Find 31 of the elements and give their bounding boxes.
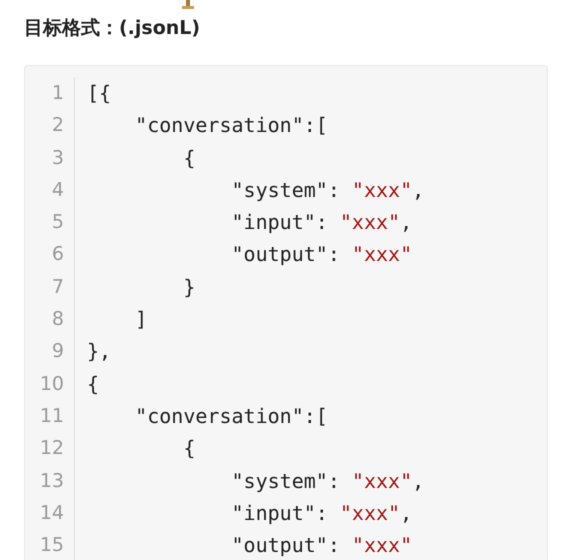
code-line: "conversation":[ bbox=[134, 402, 329, 430]
line-number: 2 bbox=[52, 113, 64, 138]
line-number: 9 bbox=[52, 339, 64, 364]
line-number: 1 bbox=[52, 81, 64, 106]
code-line: { bbox=[182, 144, 196, 172]
line-number: 8 bbox=[52, 307, 64, 332]
line-number: 3 bbox=[52, 146, 64, 171]
code-line: ] bbox=[134, 306, 148, 334]
line-number: 11 bbox=[40, 404, 64, 429]
line-number: 5 bbox=[52, 210, 64, 236]
line-number: 7 bbox=[52, 274, 64, 300]
code-line: [{ bbox=[87, 80, 112, 107]
code-line: "system": "xxx", bbox=[230, 176, 424, 204]
code-line: }, bbox=[87, 338, 112, 366]
line-number: 10 bbox=[40, 372, 64, 397]
section-heading: 目标格式：(.jsonL) bbox=[24, 16, 200, 41]
line-number: 13 bbox=[40, 468, 64, 494]
code-line: { bbox=[182, 435, 196, 462]
code-line: "system": "xxx", bbox=[230, 468, 424, 495]
line-number: 15 bbox=[40, 533, 64, 558]
code-line: } bbox=[182, 274, 196, 301]
line-number: 6 bbox=[52, 242, 64, 268]
line-number: 12 bbox=[40, 436, 64, 462]
code-line: "input": "xxx", bbox=[230, 209, 414, 236]
code-line: "conversation":[ bbox=[134, 112, 329, 140]
code-line: "output": "xxx" bbox=[230, 241, 414, 268]
line-number: 4 bbox=[52, 178, 64, 203]
code-line: { bbox=[87, 370, 100, 398]
code-line: "output": "xxx" bbox=[230, 532, 414, 560]
code-line: "input": "xxx", bbox=[230, 500, 414, 527]
line-number: 14 bbox=[40, 500, 64, 526]
